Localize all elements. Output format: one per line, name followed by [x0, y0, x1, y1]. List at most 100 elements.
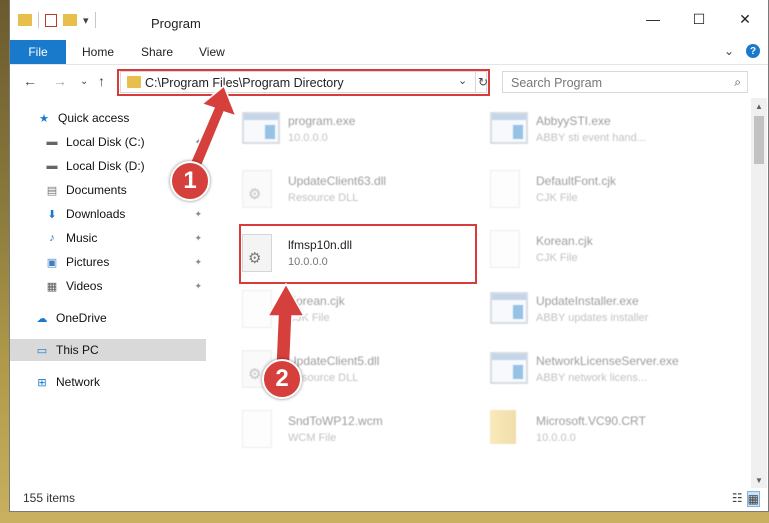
pin-icon: ✦ — [194, 208, 202, 219]
application-icon — [490, 292, 528, 324]
sidebar-item-pictures[interactable]: ▣ Pictures ✦ — [10, 251, 206, 273]
sidebar-item-label: Local Disk (C:) — [66, 135, 145, 149]
scroll-down-icon[interactable]: ▼ — [751, 472, 767, 488]
list-item[interactable]: AbbyySTI.exe ABBY sti event hand... — [472, 102, 712, 154]
file-highlight-box — [239, 224, 477, 284]
file-detail: 10.0.0.0 — [536, 432, 576, 444]
scroll-up-icon[interactable]: ▲ — [751, 98, 767, 114]
help-icon[interactable]: ? — [746, 44, 760, 58]
tab-share[interactable]: Share — [141, 45, 173, 59]
close-button[interactable]: ✕ — [722, 0, 768, 38]
list-item[interactable]: DefaultFont.cjk CJK File — [472, 162, 712, 214]
list-item[interactable]: ⚙ UpdateClient63.dll Resource DLL — [224, 162, 464, 214]
file-detail: ABBY sti event hand... — [536, 132, 646, 144]
star-icon: ★ — [39, 112, 49, 125]
documents-icon: ▤ — [46, 184, 58, 197]
list-item[interactable]: SndToWP12.wcm WCM File — [224, 402, 464, 454]
new-folder-icon[interactable] — [63, 14, 77, 26]
folder-icon — [18, 14, 32, 26]
sidebar-item-this-pc[interactable]: ▭ This PC — [10, 339, 206, 361]
tab-file[interactable]: File — [10, 40, 66, 64]
up-icon[interactable]: ↑ — [98, 73, 105, 89]
list-item[interactable]: UpdateInstaller.exe ABBY updates install… — [472, 282, 712, 334]
network-icon: ⊞ — [37, 376, 47, 389]
file-name: program.exe — [288, 114, 356, 128]
sidebar-item-label: Network — [56, 375, 101, 389]
details-view-icon[interactable]: ☷ — [732, 491, 743, 507]
file-name: Korean.cjk — [536, 234, 593, 248]
sidebar-item-onedrive[interactable]: ☁ OneDrive — [10, 307, 206, 329]
customize-toolbar-icon[interactable]: ▾ — [83, 14, 89, 27]
pin-icon: ✦ — [194, 136, 202, 147]
vertical-scrollbar[interactable]: ▲ ▼ — [751, 98, 767, 488]
sidebar-item-videos[interactable]: ▦ Videos ✦ — [10, 275, 206, 297]
file-detail: ABBY network licens... — [536, 372, 648, 384]
file-list: program.exe 10.0.0.0 AbbyySTI.exe ABBY s… — [216, 98, 742, 488]
sidebar-item-local-disk-c[interactable]: ▬ Local Disk (C:) ✦ — [10, 131, 206, 153]
sidebar-item-downloads[interactable]: ⬇ Downloads ✦ — [10, 203, 206, 225]
file-name: AbbyySTI.exe — [536, 114, 611, 128]
sidebar-item-label: This PC — [56, 343, 99, 357]
divider — [94, 12, 96, 28]
file-name: Korean.cjk — [288, 294, 345, 308]
forward-icon[interactable]: → — [53, 73, 67, 89]
explorer-window: ▾ Program — ☐ ✕ File Home Share View ⌄ ?… — [9, 0, 769, 512]
search-input[interactable]: Search Program ⌕ — [502, 71, 748, 93]
application-icon — [490, 112, 528, 144]
file-icon — [490, 170, 520, 208]
back-icon[interactable]: ← — [23, 73, 37, 89]
list-item[interactable]: NetworkLicenseServer.exe ABBY network li… — [472, 342, 712, 394]
list-item[interactable]: Microsoft.VC90.CRT 10.0.0.0 — [472, 402, 712, 454]
drive-icon: ▬ — [46, 160, 58, 172]
expand-ribbon-icon[interactable]: ⌄ — [724, 44, 734, 58]
file-icon — [242, 290, 272, 328]
tab-home[interactable]: Home — [82, 45, 114, 59]
sidebar-item-network[interactable]: ⊞ Network — [10, 371, 206, 393]
cloud-icon: ☁ — [36, 312, 48, 325]
scrollbar-thumb[interactable] — [754, 116, 764, 164]
window-title: Program — [151, 16, 201, 31]
list-item[interactable]: ⚙ UpdateClient5.dll Resource DLL — [224, 342, 464, 394]
sidebar-item-label: Quick access — [58, 111, 130, 125]
search-icon[interactable]: ⌕ — [734, 75, 741, 90]
file-detail: ABBY updates installer — [536, 312, 649, 324]
sidebar-item-label: Videos — [66, 279, 103, 293]
window-controls: — ☐ ✕ — [630, 0, 768, 38]
sidebar-item-label: Local Disk (D:) — [66, 159, 145, 173]
file-detail: CJK File — [536, 252, 578, 264]
step-badge-2: 2 — [262, 359, 302, 399]
file-name: UpdateInstaller.exe — [536, 294, 639, 308]
sidebar-item-label: Music — [66, 231, 98, 245]
videos-icon: ▦ — [46, 280, 58, 293]
application-icon — [242, 112, 280, 144]
item-count: 155 items — [23, 491, 76, 505]
tab-view[interactable]: View — [199, 45, 225, 59]
file-name: Microsoft.VC90.CRT — [536, 414, 646, 428]
dll-file-icon: ⚙ — [242, 170, 272, 208]
music-icon: ♪ — [49, 232, 55, 244]
file-detail: CJK File — [536, 192, 578, 204]
ribbon-tabs: File Home Share View ⌄ ? — [10, 38, 768, 64]
application-icon — [490, 352, 528, 384]
list-item[interactable]: Korean.cjk CJK File — [472, 222, 712, 274]
list-item[interactable]: Korean.cjk CJK File — [224, 282, 464, 334]
download-icon: ⬇ — [47, 208, 57, 221]
maximize-button[interactable]: ☐ — [676, 0, 722, 38]
sidebar-item-quick-access[interactable]: ★ Quick access — [10, 107, 206, 129]
file-icon — [490, 230, 520, 268]
divider — [38, 12, 39, 28]
minimize-button[interactable]: — — [630, 0, 676, 38]
sidebar-item-music[interactable]: ♪ Music ✦ — [10, 227, 206, 249]
computer-icon: ▭ — [36, 344, 48, 357]
file-name: NetworkLicenseServer.exe — [536, 354, 679, 368]
file-detail: Resource DLL — [288, 192, 359, 204]
ribbon-right: ⌄ ? — [724, 44, 760, 58]
pin-icon: ✦ — [194, 256, 202, 267]
properties-icon[interactable] — [45, 13, 57, 27]
recent-locations-icon[interactable]: ⌄ — [80, 76, 88, 87]
sidebar-item-label: Documents — [66, 183, 127, 197]
list-item[interactable]: program.exe 10.0.0.0 — [224, 102, 464, 154]
tiles-view-icon[interactable]: ▦ — [746, 491, 760, 507]
view-switcher: ☷ ▦ — [732, 491, 760, 507]
quick-access-toolbar: ▾ — [18, 12, 96, 28]
